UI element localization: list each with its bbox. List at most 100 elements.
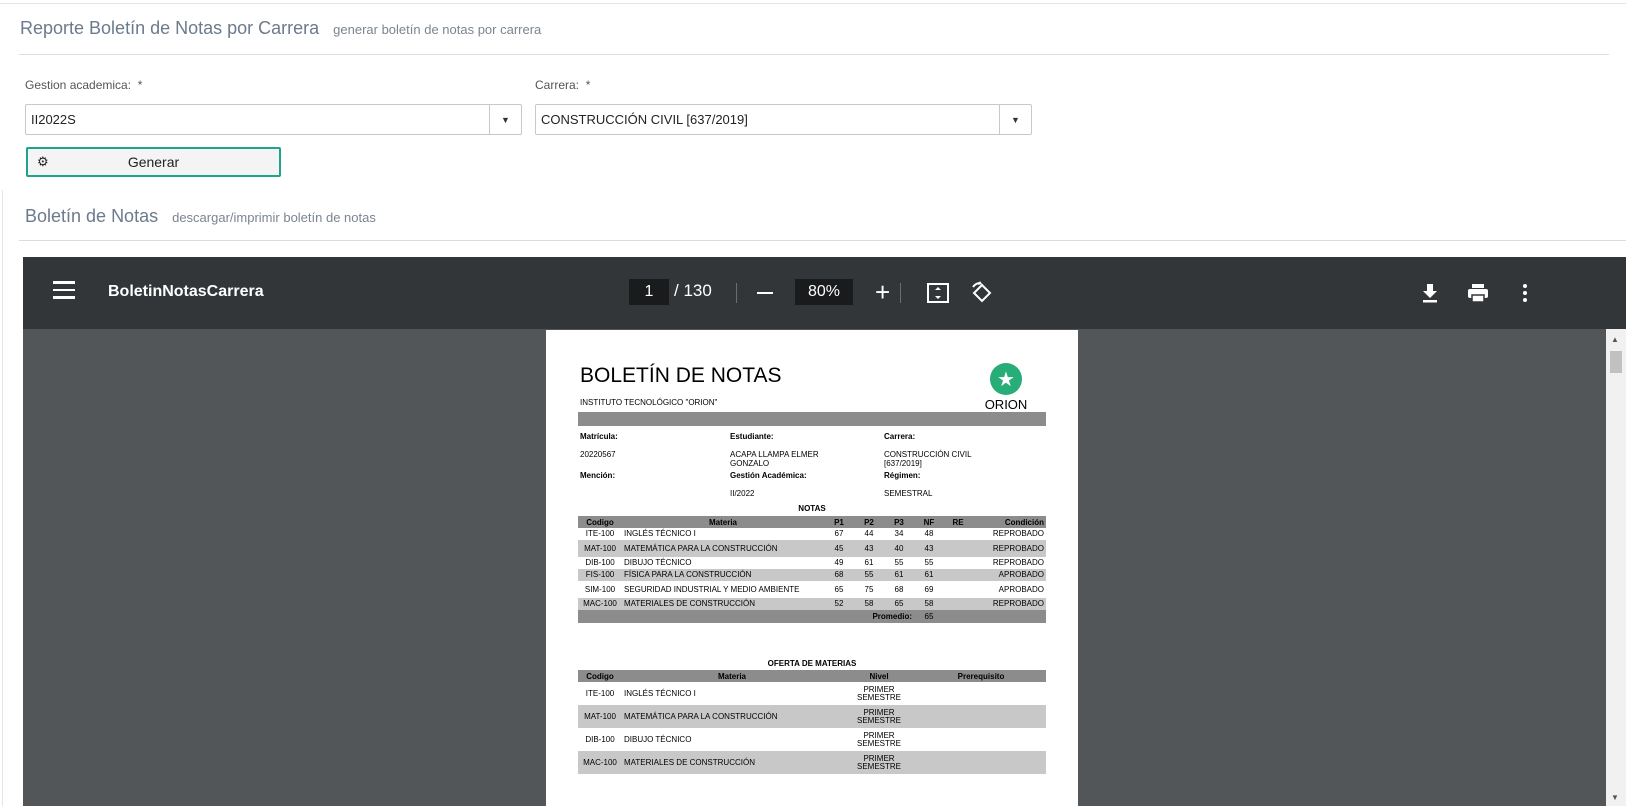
table-cell: MAT-100 <box>578 540 622 557</box>
table-cell: 48 <box>924 529 934 538</box>
scrollbar-thumb[interactable] <box>1610 351 1622 373</box>
table-cell: 34 <box>894 529 904 538</box>
table-cell <box>916 682 1046 705</box>
generate-button[interactable]: ⚙ Generar <box>26 147 281 177</box>
report-header: Reporte Boletín de Notas por Carrera gen… <box>20 18 541 39</box>
table-cell: 75 <box>864 584 874 594</box>
column-header: P2 <box>854 516 884 528</box>
scroll-down-icon[interactable]: ▼ <box>1611 793 1619 802</box>
download-icon[interactable] <box>1416 279 1444 307</box>
zoom-in-icon[interactable]: + <box>875 277 890 307</box>
table-cell: 61 <box>914 569 944 581</box>
table-cell: APROBADO <box>998 584 1044 594</box>
scrollbar[interactable]: ▲ ▼ <box>1606 329 1626 806</box>
scroll-up-icon[interactable]: ▲ <box>1611 335 1619 344</box>
print-icon[interactable] <box>1464 279 1492 307</box>
column-header: Prerequisito <box>916 670 1046 682</box>
page-number-input[interactable]: 1 <box>629 279 669 305</box>
column-header: Codigo <box>578 670 622 682</box>
oferta-title: OFERTA DE MATERIAS <box>767 659 857 668</box>
header-band <box>578 412 1046 426</box>
table-cell <box>944 581 972 598</box>
divider <box>900 283 901 303</box>
chevron-down-icon[interactable]: ▼ <box>489 105 521 134</box>
carrera-value: CONSTRUCCIÓN CIVIL [637/2019] <box>541 112 748 127</box>
table-cell: 58 <box>914 598 944 610</box>
promedio-row: Promedio: 65 <box>578 610 1046 623</box>
promedio-label: Promedio: <box>578 610 914 623</box>
more-vert-icon[interactable] <box>1511 279 1539 307</box>
table-cell: 43 <box>854 540 884 557</box>
table-cell <box>944 569 972 581</box>
table-cell: MAT-100 <box>578 705 622 728</box>
table-cell: 55 <box>894 558 904 567</box>
star-icon: ★ <box>990 363 1022 395</box>
table-row: DIB-100 DIBUJO TÉCNICO PRIMER SEMESTRE <box>578 728 1046 751</box>
institute-name: INSTITUTO TECNOLÓGICO "ORION" <box>580 398 718 407</box>
table-cell: 43 <box>914 540 944 557</box>
table-cell: 40 <box>884 540 914 557</box>
gestion-value: II2022S <box>31 112 76 127</box>
table-cell: INGLÉS TÉCNICO I <box>624 688 696 698</box>
table-cell <box>944 598 972 610</box>
menu-icon[interactable] <box>53 281 75 299</box>
table-cell <box>916 705 1046 728</box>
column-header: Nivel <box>842 670 916 682</box>
table-cell: 61 <box>884 569 914 581</box>
zoom-out-icon[interactable] <box>757 292 773 294</box>
estudiante-block: Estudiante: ACAPA LLAMPA ELMER GONZALO <box>730 432 819 468</box>
rotate-icon[interactable] <box>968 279 996 307</box>
column-header: Materia <box>622 516 824 528</box>
table-cell: 55 <box>924 558 934 567</box>
carrera-select[interactable]: CONSTRUCCIÓN CIVIL [637/2019] ▼ <box>535 104 1032 135</box>
table-cell: MAC-100 <box>578 598 622 610</box>
table-cell: MATERIALES DE CONSTRUCCIÓN <box>622 751 842 774</box>
table-cell: FÍSICA PARA LA CONSTRUCCIÓN <box>622 569 824 581</box>
pdf-filename: BoletinNotasCarrera <box>108 283 264 300</box>
oferta-table: Codigo Materia Nivel Prerequisito ITE-100 IN… <box>578 670 1046 774</box>
table-cell: REPROBADO <box>972 540 1046 557</box>
section-title: Boletín de Notas <box>25 206 159 226</box>
page-total: / 130 <box>674 281 712 300</box>
divider <box>19 240 1626 241</box>
table-cell: PRIMER SEMESTRE <box>842 705 916 728</box>
table-row: MAT-100 MATEMÁTICA PARA LA CONSTRUCCIÓN 45… <box>578 540 1046 557</box>
column-header: Materia <box>622 670 842 682</box>
regimen-block: Régimen: SEMESTRAL <box>884 471 933 498</box>
table-cell: MATERIALES DE CONSTRUCCIÓN <box>622 598 824 610</box>
column-header: Condición <box>972 516 1046 528</box>
table-cell: FIS-100 <box>578 569 622 581</box>
pdf-toolbar: BoletinNotasCarrera 1 / 130 80% + <box>23 257 1626 329</box>
table-cell <box>944 557 972 569</box>
fit-page-icon[interactable] <box>924 279 952 307</box>
generate-button-label: Generar <box>127 154 180 170</box>
column-header: NF <box>914 516 944 528</box>
orion-logo: ★ ORION <box>978 363 1034 412</box>
table-cell: 55 <box>854 569 884 581</box>
gestion-block: Gestión Académica: II/2022 <box>730 471 807 498</box>
document-title: BOLETÍN DE NOTAS <box>580 364 782 387</box>
boletin-header: Boletín de Notas descargar/imprimir bole… <box>25 206 376 227</box>
table-cell: 67 <box>834 529 844 538</box>
notas-table: Codigo Materia P1 P2 P3 NF RE Condición ITE-100… <box>578 516 1046 623</box>
table-cell: 65 <box>834 584 844 594</box>
table-cell: 65 <box>884 598 914 610</box>
table-cell: PRIMER SEMESTRE <box>842 751 916 774</box>
table-cell: 68 <box>824 569 854 581</box>
table-cell <box>944 528 972 540</box>
pdf-page: BOLETÍN DE NOTAS INSTITUTO TECNOLÓGICO "… <box>546 330 1078 806</box>
table-cell: 52 <box>824 598 854 610</box>
table-cell: DIB-100 <box>585 558 615 567</box>
zoom-input[interactable]: 80% <box>795 279 853 305</box>
table-row: FIS-100 FÍSICA PARA LA CONSTRUCCIÓN 68 55 61… <box>578 569 1046 581</box>
gestion-select[interactable]: II2022S ▼ <box>25 104 522 135</box>
table-cell: PRIMER SEMESTRE <box>856 684 901 702</box>
chevron-down-icon[interactable]: ▼ <box>999 105 1031 134</box>
table-cell: DIBUJO TÉCNICO <box>624 734 692 744</box>
divider <box>19 54 1609 55</box>
table-cell: INGLÉS TÉCNICO I <box>624 529 696 538</box>
table-row: DIB-100 DIBUJO TÉCNICO 49 61 55 55 REPROBADO <box>578 557 1046 569</box>
section-subtitle: descargar/imprimir boletín de notas <box>172 210 376 225</box>
notas-title: NOTAS <box>798 504 826 513</box>
table-cell: REPROBADO <box>972 598 1046 610</box>
